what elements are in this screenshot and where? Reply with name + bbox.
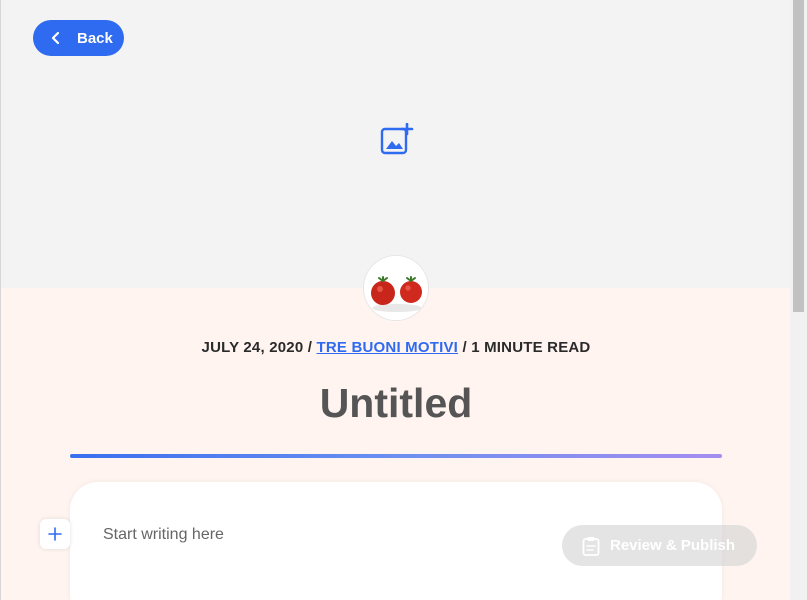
meta-separator: / [307, 339, 313, 356]
chevron-left-icon [51, 31, 60, 45]
review-publish-label: Review & Publish [610, 537, 736, 554]
plus-icon [48, 527, 62, 541]
add-image-icon[interactable] [380, 123, 414, 155]
category-link[interactable]: TRE BUONI MOTIVI [317, 339, 459, 356]
add-block-button[interactable] [40, 519, 70, 549]
scrollbar-thumb[interactable] [793, 0, 804, 312]
tomato-avatar-image [364, 256, 428, 320]
back-button-label: Back [77, 29, 113, 47]
back-button[interactable]: Back [33, 20, 124, 56]
editor-viewport: Back JULY 24, 2020 / TRE BUONI MOTIVI / … [0, 0, 790, 600]
clipboard-icon [582, 536, 600, 556]
read-time: 1 MINUTE READ [471, 339, 591, 356]
post-date: JULY 24, 2020 [201, 339, 304, 356]
vertical-scrollbar[interactable] [790, 0, 807, 600]
post-title[interactable]: Untitled [1, 380, 790, 427]
editor-placeholder[interactable]: Start writing here [103, 526, 224, 544]
post-meta: JULY 24, 2020 / TRE BUONI MOTIVI / 1 MIN… [1, 339, 790, 356]
review-publish-button[interactable]: Review & Publish [562, 525, 757, 566]
author-avatar [364, 256, 428, 320]
meta-separator: / [462, 339, 467, 356]
cover-image-area[interactable]: Back [1, 0, 790, 288]
title-divider [70, 454, 722, 458]
